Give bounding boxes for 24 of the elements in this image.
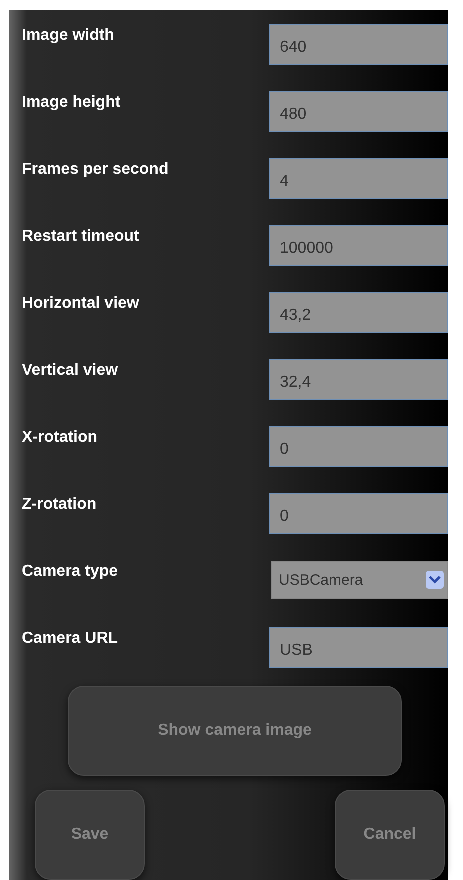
- field-label: Camera URL: [21, 629, 120, 649]
- field-label: Vertical view: [21, 361, 120, 381]
- input-field[interactable]: 4: [269, 158, 448, 199]
- field-label: Z-rotation: [21, 495, 98, 515]
- input-field[interactable]: 32,4: [269, 359, 448, 400]
- field-label: X-rotation: [21, 428, 99, 448]
- show-camera-image-button[interactable]: Show camera image: [68, 686, 402, 776]
- input-field[interactable]: 480: [269, 91, 448, 132]
- cancel-button[interactable]: Cancel: [335, 790, 445, 880]
- input-field[interactable]: 640: [269, 24, 448, 65]
- field-label: Restart timeout: [21, 227, 140, 247]
- input-field[interactable]: 0: [269, 493, 448, 534]
- input-field[interactable]: 43,2: [269, 292, 448, 333]
- input-field[interactable]: 100000: [269, 225, 448, 266]
- field-label: Horizontal view: [21, 294, 140, 314]
- save-button[interactable]: Save: [35, 790, 145, 880]
- camera-type-dropdown[interactable]: USBCamera: [271, 561, 448, 599]
- field-label: Camera type: [21, 562, 120, 582]
- field-label: Image height: [21, 93, 122, 113]
- input-field[interactable]: 0: [269, 426, 448, 467]
- field-label: Image width: [21, 26, 116, 46]
- field-label: Frames per second: [21, 160, 170, 180]
- input-field[interactable]: USB: [269, 627, 448, 668]
- caret-icon: [426, 571, 444, 589]
